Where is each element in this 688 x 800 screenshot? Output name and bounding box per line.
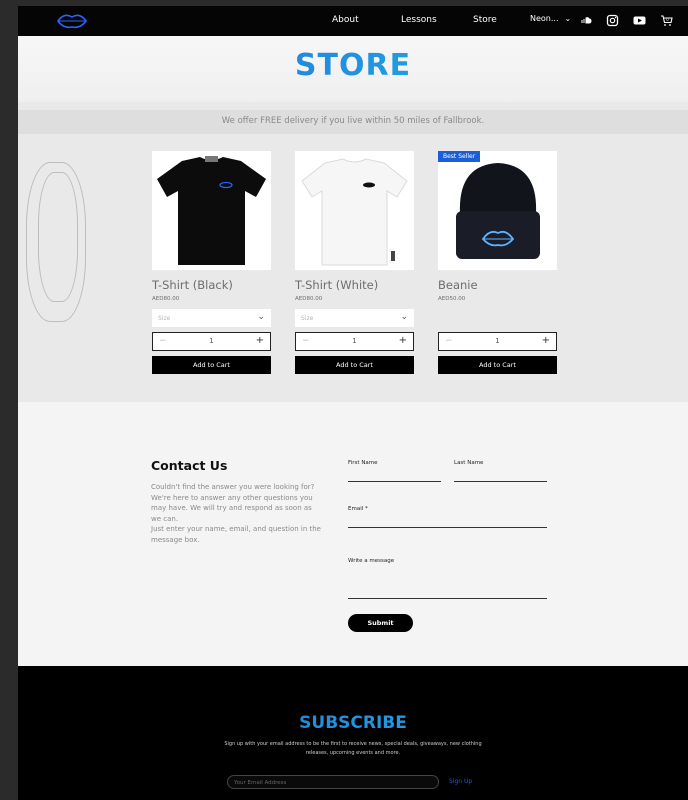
instagram-icon[interactable] xyxy=(606,14,619,27)
best-seller-badge: Best Seller xyxy=(438,151,481,162)
subscribe-title: SUBSCRIBE xyxy=(18,713,688,733)
add-to-cart-button[interactable]: Add to Cart xyxy=(152,356,271,374)
submit-button[interactable]: Submit xyxy=(348,614,413,632)
delivery-notice: We offer FREE delivery if you live withi… xyxy=(221,116,485,126)
size-select-placeholder: Size xyxy=(158,315,171,322)
product-price: AED80.00 xyxy=(152,296,180,302)
add-to-cart-button[interactable]: Add to Cart xyxy=(438,356,557,374)
nav-more-label: Neon... xyxy=(530,14,559,23)
product-name[interactable]: T-Shirt (White) xyxy=(295,278,415,292)
product-image[interactable] xyxy=(295,151,414,270)
add-to-cart-button[interactable]: Add to Cart xyxy=(295,356,414,374)
cart-icon[interactable]: 0 xyxy=(660,14,673,27)
contact-description: Couldn't find the answer you were lookin… xyxy=(151,483,321,544)
message-field[interactable] xyxy=(348,598,547,599)
product-price: AED80.00 xyxy=(295,296,323,302)
chevron-down-icon: ⌄ xyxy=(257,312,265,322)
contact-title: Contact Us xyxy=(151,458,228,473)
chevron-down-icon: ⌄ xyxy=(564,14,572,23)
quantity-stepper[interactable]: − 1 + xyxy=(438,332,557,351)
sign-up-button[interactable]: Sign Up xyxy=(449,778,472,785)
size-select-placeholder: Size xyxy=(301,315,314,322)
page-title: STORE xyxy=(18,48,688,83)
chevron-down-icon: ⌄ xyxy=(400,312,408,322)
page: About Lessons Store Neon... ⌄ 0 STORE We… xyxy=(18,6,688,800)
subscribe-section: SUBSCRIBE Sign up with your email addres… xyxy=(18,666,688,800)
plus-icon[interactable]: + xyxy=(399,335,407,346)
size-select[interactable]: Size ⌄ xyxy=(295,309,414,327)
store-hero: STORE xyxy=(18,36,688,102)
plus-icon[interactable]: + xyxy=(542,335,550,346)
cable-decoration xyxy=(38,172,78,302)
nav-more-dropdown[interactable]: Neon... ⌄ xyxy=(530,14,571,23)
product-card: Best Seller Beanie AED50.00 − 1 + Add to… xyxy=(438,151,558,374)
email-label: Email * xyxy=(348,506,368,512)
first-name-field[interactable] xyxy=(348,481,441,482)
black-tshirt-image xyxy=(157,156,266,265)
white-tshirt-image xyxy=(301,158,408,266)
quantity-stepper[interactable]: − 1 + xyxy=(152,332,271,351)
product-image[interactable]: Best Seller xyxy=(438,151,557,270)
product-image[interactable] xyxy=(152,151,271,270)
product-card: T-Shirt (White) AED80.00 Size ⌄ − 1 + Add… xyxy=(295,151,415,374)
beanie-image xyxy=(456,163,540,259)
contact-section: Contact Us Couldn't find the answer you … xyxy=(18,402,688,666)
email-field[interactable] xyxy=(348,527,547,528)
quantity-value[interactable]: 1 xyxy=(296,337,413,345)
quantity-value[interactable]: 1 xyxy=(153,337,270,345)
nav-store[interactable]: Store xyxy=(473,15,497,25)
first-name-label: First Name xyxy=(348,460,378,466)
quantity-stepper[interactable]: − 1 + xyxy=(295,332,414,351)
email-input[interactable]: Your Email Address xyxy=(227,775,439,789)
message-label: Write a message xyxy=(348,558,395,564)
quantity-value[interactable]: 1 xyxy=(439,337,556,345)
product-name[interactable]: T-Shirt (Black) xyxy=(152,278,272,292)
subscribe-description: Sign up with your email address to be th… xyxy=(224,741,482,756)
nav-about[interactable]: About xyxy=(332,15,359,25)
youtube-icon[interactable] xyxy=(633,14,646,27)
last-name-field[interactable] xyxy=(454,481,547,482)
last-name-label: Last Name xyxy=(454,460,484,466)
product-card: T-Shirt (Black) AED80.00 Size ⌄ − 1 + Add… xyxy=(152,151,272,374)
size-select[interactable]: Size ⌄ xyxy=(152,309,271,327)
lips-logo-icon[interactable] xyxy=(56,12,88,30)
site-header: About Lessons Store Neon... ⌄ 0 xyxy=(18,6,688,36)
cart-count: 0 xyxy=(666,17,669,22)
nav-lessons[interactable]: Lessons xyxy=(401,15,437,25)
plus-icon[interactable]: + xyxy=(256,335,264,346)
soundcloud-icon[interactable] xyxy=(579,14,592,27)
product-name[interactable]: Beanie xyxy=(438,278,558,292)
